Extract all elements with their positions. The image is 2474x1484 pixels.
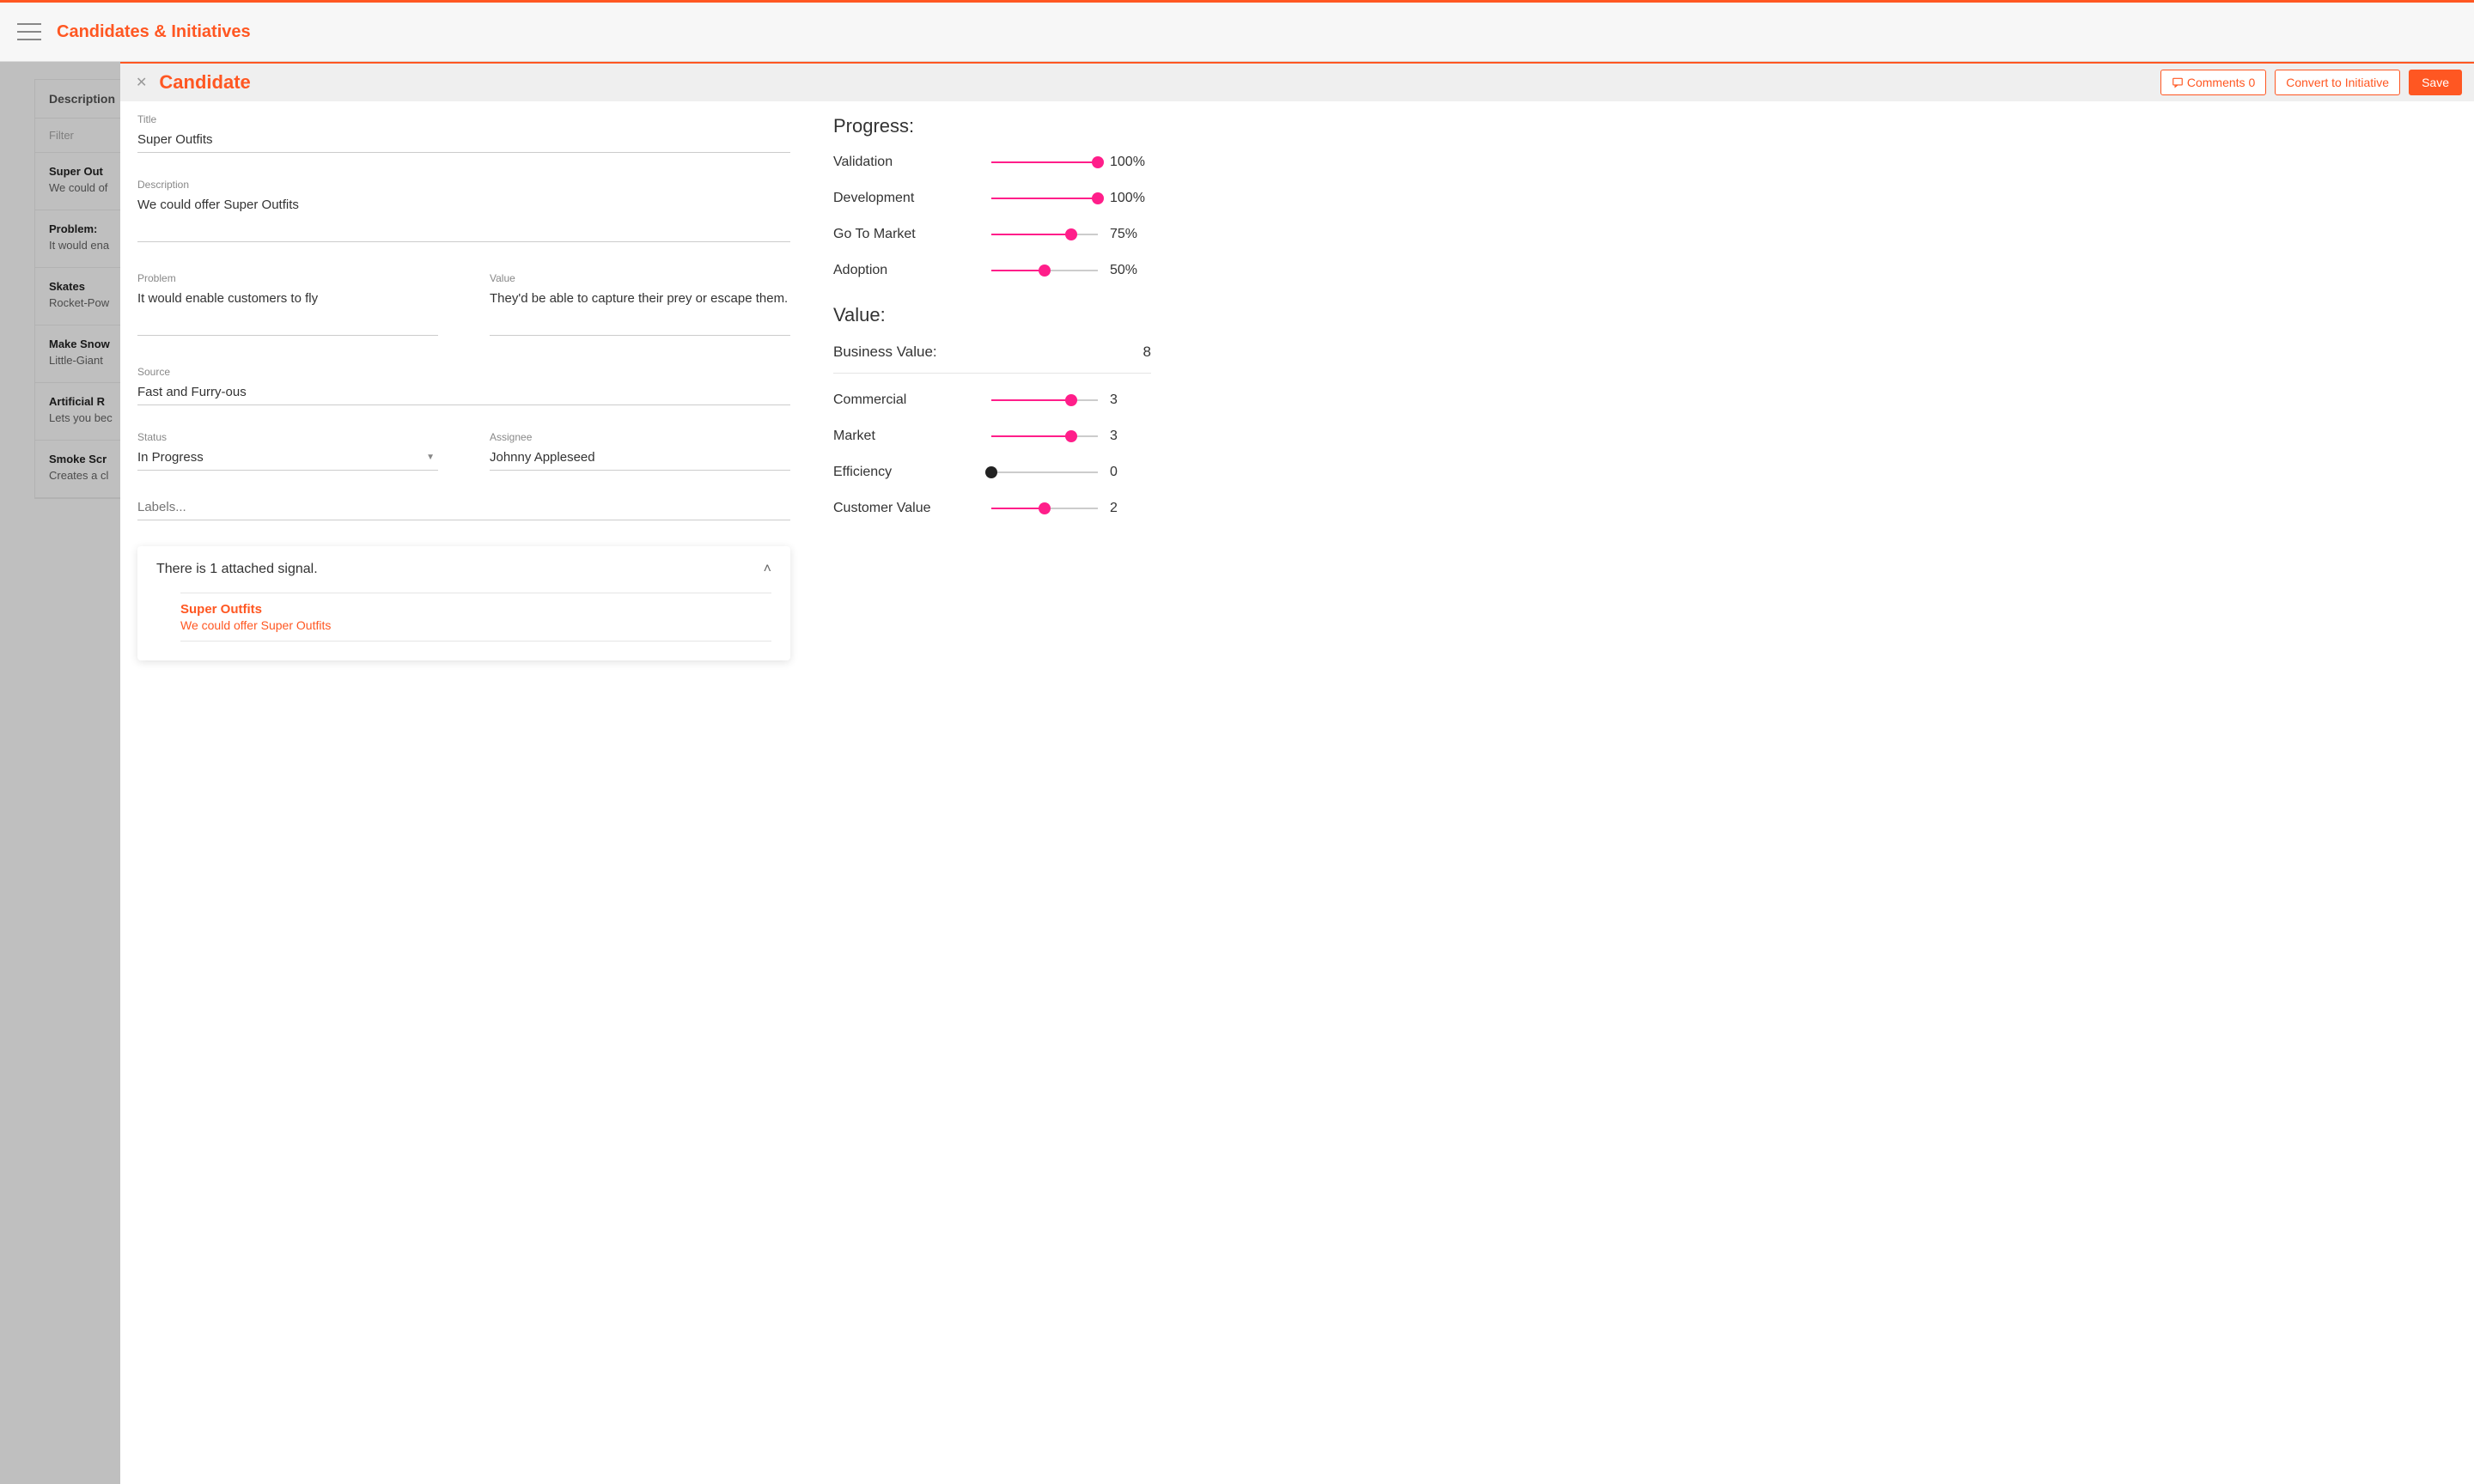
value-row: Efficiency 0 [833, 465, 1151, 480]
app-topbar: Candidates & Initiatives [0, 0, 2474, 62]
comment-icon [2172, 76, 2184, 88]
progress-value: 75% [1110, 227, 1151, 242]
value-slider[interactable] [991, 394, 1098, 406]
panel-header: ✕ Candidate Comments 0 Convert to Initia… [120, 64, 2474, 101]
comments-button[interactable]: Comments 0 [2160, 70, 2266, 95]
progress-slider[interactable] [991, 265, 1098, 277]
value-label: Value [490, 272, 790, 284]
signals-summary: There is 1 attached signal. [156, 562, 318, 577]
progress-slider[interactable] [991, 192, 1098, 204]
progress-row: Adoption 50% [833, 263, 1151, 278]
progress-value: 100% [1110, 155, 1151, 170]
modal-backdrop[interactable] [0, 62, 120, 1484]
description-input[interactable] [137, 194, 790, 242]
value-heading: Value: [833, 304, 1151, 326]
assignee-input[interactable] [490, 447, 790, 471]
value-number: 0 [1110, 465, 1151, 480]
progress-row: Validation 100% [833, 155, 1151, 170]
value-row: Market 3 [833, 429, 1151, 444]
problem-label: Problem [137, 272, 438, 284]
description-label: Description [137, 179, 790, 191]
value-slider[interactable] [991, 502, 1098, 514]
value-number: 3 [1110, 429, 1151, 444]
value-slider[interactable] [991, 430, 1098, 442]
title-input[interactable] [137, 129, 790, 153]
value-number: 3 [1110, 392, 1151, 408]
business-value-number: 8 [1143, 344, 1151, 361]
value-slider[interactable] [991, 466, 1098, 478]
value-number: 2 [1110, 501, 1151, 516]
signals-card: There is 1 attached signal. ˄ Super Outf… [137, 546, 790, 660]
title-label: Title [137, 113, 790, 125]
form-column: Title Description Problem Value Source [120, 101, 825, 1484]
assignee-label: Assignee [490, 431, 790, 443]
value-row: Customer Value 2 [833, 501, 1151, 516]
side-column: Progress: Validation 100% Development 100% G… [825, 101, 1177, 1484]
page-title: Candidates & Initiatives [57, 22, 251, 42]
chevron-up-icon[interactable]: ˄ [764, 562, 771, 577]
source-label: Source [137, 366, 790, 378]
value-label: Commercial [833, 392, 979, 408]
value-input[interactable] [490, 288, 790, 336]
labels-input[interactable] [137, 496, 790, 520]
progress-label: Validation [833, 155, 979, 170]
panel-title: Candidate [159, 71, 250, 94]
signal-item[interactable]: Super OutfitsWe could offer Super Outfit… [180, 593, 771, 642]
progress-slider[interactable] [991, 228, 1098, 240]
close-icon[interactable]: ✕ [132, 70, 150, 94]
menu-icon[interactable] [17, 23, 41, 40]
business-value-label: Business Value: [833, 344, 937, 361]
value-label: Market [833, 429, 979, 444]
status-select[interactable] [137, 447, 438, 471]
progress-label: Go To Market [833, 227, 979, 242]
value-label: Efficiency [833, 465, 979, 480]
progress-slider[interactable] [991, 156, 1098, 168]
progress-label: Adoption [833, 263, 979, 278]
status-label: Status [137, 431, 438, 443]
candidate-panel: ✕ Candidate Comments 0 Convert to Initia… [120, 62, 2474, 1484]
comments-label: Comments 0 [2187, 76, 2255, 89]
progress-row: Go To Market 75% [833, 227, 1151, 242]
source-input[interactable] [137, 381, 790, 405]
value-row: Commercial 3 [833, 392, 1151, 408]
value-label: Customer Value [833, 501, 979, 516]
convert-to-initiative-button[interactable]: Convert to Initiative [2275, 70, 2400, 95]
problem-input[interactable] [137, 288, 438, 336]
progress-value: 50% [1110, 263, 1151, 278]
progress-label: Development [833, 191, 979, 206]
progress-heading: Progress: [833, 115, 1151, 137]
progress-value: 100% [1110, 191, 1151, 206]
save-button[interactable]: Save [2409, 70, 2462, 95]
progress-row: Development 100% [833, 191, 1151, 206]
